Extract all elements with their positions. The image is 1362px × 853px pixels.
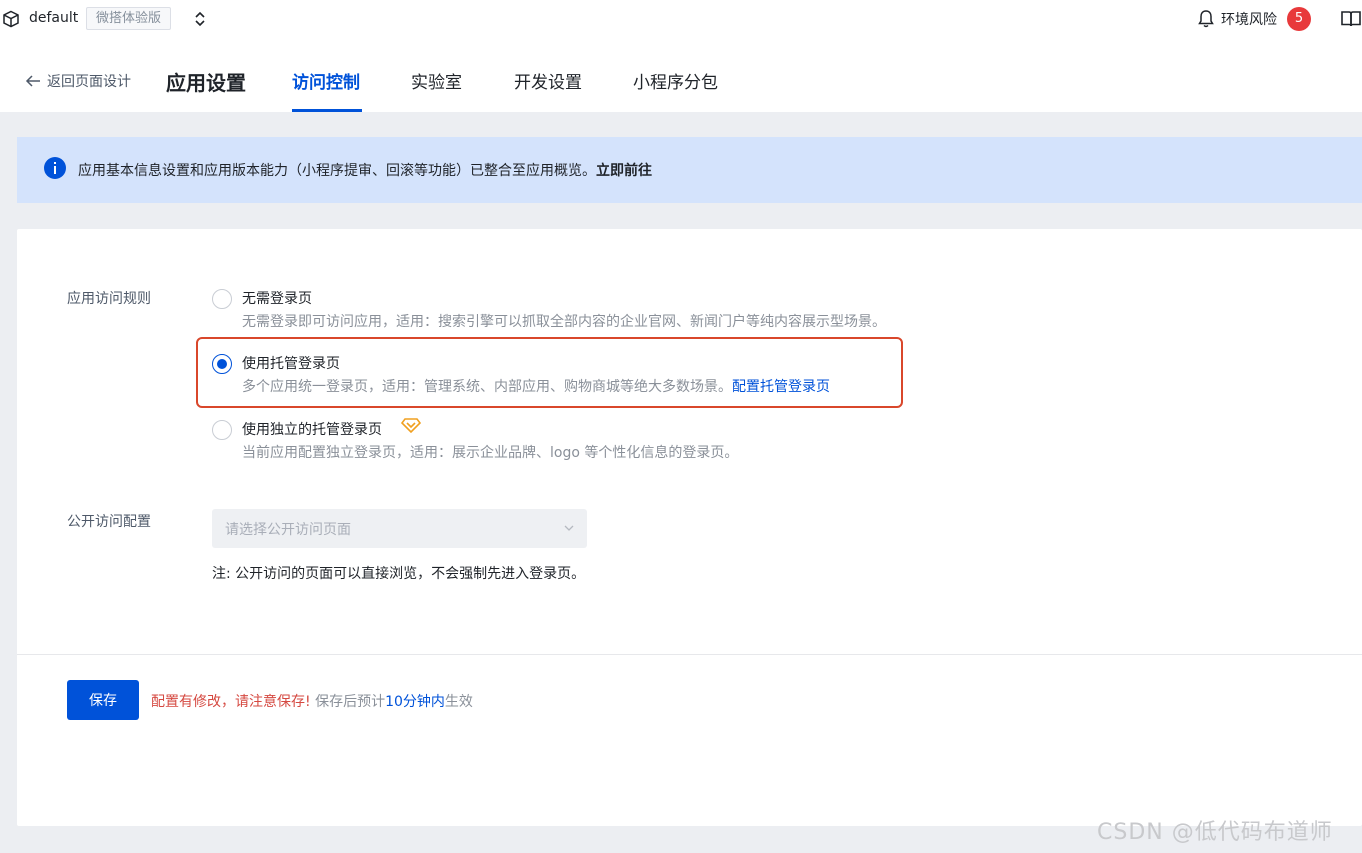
arrow-left-icon: [25, 75, 40, 87]
switch-env-icon[interactable]: [193, 10, 207, 28]
access-rule-label: 应用访问规则: [67, 291, 151, 307]
active-tab-indicator: [292, 109, 362, 112]
public-page-select[interactable]: 请选择公开访问页面: [212, 509, 587, 548]
save-hint: 配置有修改，请注意保存! 保存后预计10分钟内生效: [151, 691, 473, 711]
notice-message: 应用基本信息设置和应用版本能力（小程序提审、回滚等功能）已整合至应用概览。: [78, 163, 596, 179]
option-hosted-login-title[interactable]: 使用托管登录页: [242, 353, 340, 373]
option-no-login-title[interactable]: 无需登录页: [242, 288, 312, 308]
page-title: 应用设置: [166, 71, 246, 95]
configure-hosted-login-link[interactable]: 配置托管登录页: [732, 379, 830, 395]
option-no-login-desc: 无需登录即可访问应用，适用：搜索引擎可以抓取全部内容的企业官网、新闻门户等纯内容…: [242, 314, 886, 330]
book-icon[interactable]: [1340, 9, 1362, 29]
back-to-page-design-link[interactable]: 返回页面设计: [25, 71, 131, 91]
env-risk-label[interactable]: 环境风险: [1221, 9, 1277, 29]
hosted-login-desc-text: 多个应用统一登录页，适用：管理系统、内部应用、购物商城等绝大多数场景。: [242, 379, 732, 395]
option-independent-login-desc: 当前应用配置独立登录页，适用：展示企业品牌、logo 等个性化信息的登录页。: [242, 445, 739, 461]
public-access-note: 注: 公开访问的页面可以直接浏览，不会强制先进入登录页。: [212, 566, 586, 582]
cube-icon: [3, 10, 19, 28]
radio-no-login[interactable]: [212, 289, 232, 309]
public-access-label: 公开访问配置: [67, 514, 151, 530]
back-label: 返回页面设计: [47, 74, 131, 90]
info-icon: [44, 157, 66, 179]
tab-miniprogram-subpackage[interactable]: 小程序分包: [633, 68, 718, 93]
unsaved-warning: 配置有修改，请注意保存!: [151, 694, 311, 710]
hint-suffix: 生效: [444, 694, 473, 710]
footer-divider: [17, 654, 1362, 655]
option-independent-login-title[interactable]: 使用独立的托管登录页: [242, 419, 382, 439]
info-notice: 应用基本信息设置和应用版本能力（小程序提审、回滚等功能）已整合至应用概览。立即前…: [17, 137, 1362, 203]
option-hosted-login-desc: 多个应用统一登录页，适用：管理系统、内部应用、购物商城等绝大多数场景。配置托管登…: [242, 376, 830, 396]
env-name[interactable]: default: [29, 10, 78, 26]
tab-dev-settings[interactable]: 开发设置: [514, 68, 582, 93]
notice-text: 应用基本信息设置和应用版本能力（小程序提审、回滚等功能）已整合至应用概览。立即前…: [78, 160, 652, 180]
save-button[interactable]: 保存: [67, 680, 139, 720]
tab-access-control[interactable]: 访问控制: [292, 68, 360, 93]
radio-hosted-login[interactable]: [212, 354, 232, 374]
bell-icon[interactable]: [1196, 9, 1216, 29]
go-now-link[interactable]: 立即前往: [596, 163, 652, 179]
hint-prefix: 保存后预计: [310, 694, 386, 710]
watermark: CSDN @低代码布道师: [1097, 820, 1333, 845]
env-tag: 微搭体验版: [86, 7, 172, 30]
tab-lab[interactable]: 实验室: [411, 68, 462, 93]
risk-count-badge: 5: [1287, 7, 1311, 31]
settings-nav: 返回页面设计 应用设置 访问控制 实验室 开发设置 小程序分包: [0, 38, 1362, 112]
select-placeholder: 请选择公开访问页面: [225, 522, 351, 538]
diamond-vip-icon: [401, 418, 421, 433]
access-settings-card: 应用访问规则 无需登录页 无需登录即可访问应用，适用：搜索引擎可以抓取全部内容的…: [17, 229, 1362, 826]
hint-time: 10分钟内: [385, 694, 445, 710]
radio-independent-hosted-login[interactable]: [212, 420, 232, 440]
top-bar: default 微搭体验版 环境风险 5: [0, 0, 1362, 38]
chevron-down-icon: [564, 525, 574, 531]
